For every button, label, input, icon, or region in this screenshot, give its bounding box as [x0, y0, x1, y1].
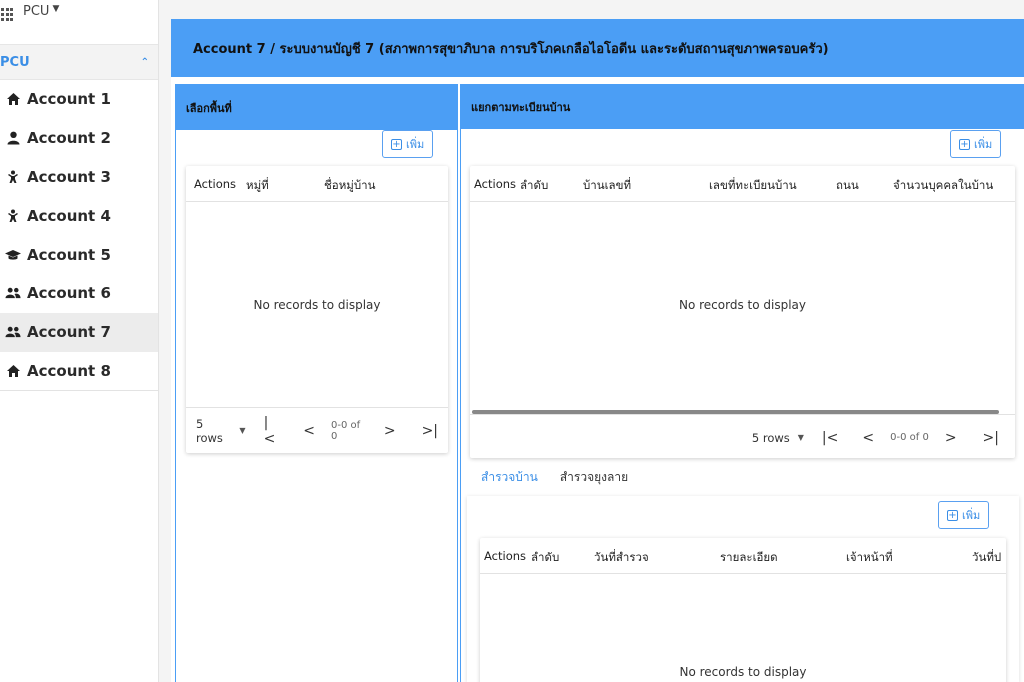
plus-square-icon: +: [947, 509, 958, 521]
rows-per-page-value: 5 rows: [751, 430, 790, 445]
column-header-actions[interactable]: Actions: [194, 177, 236, 191]
sidebar-item-account-3[interactable]: Account 3: [0, 158, 158, 197]
prev-page-icon[interactable]: <: [862, 430, 874, 446]
sidebar-item-account-5[interactable]: Account 5: [0, 235, 158, 274]
empty-message: No records to display: [678, 298, 806, 312]
table-header: Actions ลำดับ วันที่สำรวจ รายละเอียด เจ้…: [480, 538, 1006, 574]
page-title-bar: Account 7 / ระบบงานบัญชี 7 (สภาพการสุขาภ…: [171, 19, 1024, 77]
page-count: 0-0 of 0: [330, 419, 361, 442]
graduation-cap-icon: [5, 247, 21, 263]
sidebar-item-label: Account 1: [27, 90, 111, 109]
sidebar-item-account-7[interactable]: Account 7: [0, 312, 158, 352]
rows-per-page-select[interactable]: 5 rows ▼: [752, 431, 804, 445]
column-header-actions[interactable]: Actions: [474, 177, 516, 191]
column-header-road[interactable]: ถนน: [836, 177, 859, 195]
sidebar-group-label: PCU: [0, 54, 30, 70]
survey-tabs: สำรวจบ้าน สำรวจยุงลาย: [470, 463, 639, 499]
first-page-icon[interactable]: |<: [822, 430, 838, 446]
area-table: Actions หมู่ที่ ชื่อหมู่บ้าน No records …: [186, 166, 448, 453]
prev-page-icon[interactable]: <: [303, 423, 315, 439]
column-header-order[interactable]: ลำดับ: [531, 549, 559, 567]
table-header: Actions ลำดับ บ้านเลขที่ เลขที่ทะเบียนบ้…: [470, 166, 1015, 202]
sidebar-item-label: Account 5: [27, 245, 111, 264]
child-icon: [5, 169, 21, 185]
child-icon: [5, 208, 21, 224]
tab-house-survey[interactable]: สำรวจบ้าน: [470, 463, 549, 499]
column-header-registry-number[interactable]: เลขที่ทะเบียนบ้าน: [709, 177, 797, 195]
sidebar-item-label: Account 2: [27, 129, 111, 148]
sidebar-group-pcu[interactable]: PCU ⌃: [0, 44, 158, 80]
first-page-icon[interactable]: |<: [264, 415, 280, 447]
sidebar-item-account-6[interactable]: Account 6: [0, 274, 158, 313]
caret-down-icon: ▼: [52, 4, 60, 14]
column-header-date-cut[interactable]: วันที่ป: [972, 549, 1001, 567]
column-header-moo[interactable]: หมู่ที่: [246, 177, 269, 195]
empty-message: No records to display: [679, 665, 807, 679]
last-page-icon[interactable]: >|: [422, 423, 438, 439]
app-switcher[interactable]: PCU ▼: [0, 0, 158, 44]
apps-grid-icon: [1, 8, 15, 22]
add-button-label: เพิ่ม: [962, 509, 981, 522]
page-count: 0-0 of 0: [890, 432, 929, 443]
survey-section: + เพิ่ม Actions ลำดับ วันที่สำรวจ รายละเ…: [467, 496, 1019, 682]
column-header-details[interactable]: รายละเอียด: [720, 549, 778, 567]
panel-title: แยกตามทะเบียนบ้าน: [471, 100, 571, 114]
main-content: Account 7 / ระบบงานบัญชี 7 (สภาพการสุขาภ…: [171, 19, 1024, 682]
plus-square-icon: +: [391, 138, 402, 150]
users-icon: [5, 285, 21, 301]
table-pagination: 5 rows ▼ |< < 0-0 of 0 > >|: [186, 407, 448, 453]
sidebar-item-label: Account 3: [27, 167, 111, 186]
add-area-button[interactable]: + เพิ่ม: [382, 130, 434, 158]
sidebar-item-label: Account 4: [27, 206, 111, 225]
add-button-label: เพิ่ม: [406, 138, 425, 151]
survey-table: Actions ลำดับ วันที่สำรวจ รายละเอียด เจ้…: [480, 538, 1006, 682]
page-title: Account 7 / ระบบงานบัญชี 7 (สภาพการสุขาภ…: [193, 41, 829, 57]
house-registry-header: แยกตามทะเบียนบ้าน: [461, 84, 1024, 129]
column-header-staff[interactable]: เจ้าหน้าที่: [846, 549, 893, 567]
sidebar-item-label: Account 6: [27, 284, 111, 303]
app-switcher-label: PCU: [23, 4, 50, 19]
house-registry-panel: แยกตามทะเบียนบ้าน + เพิ่ม Actions ลำดับ …: [460, 84, 1024, 682]
table-pagination: 5 rows ▼ |< < 0-0 of 0 > >|: [470, 414, 1015, 460]
add-house-button[interactable]: + เพิ่ม: [950, 130, 1002, 158]
table-header: Actions หมู่ที่ ชื่อหมู่บ้าน: [186, 166, 448, 202]
column-header-person-count[interactable]: จำนวนบุคคลในบ้าน: [893, 177, 993, 195]
caret-down-icon: ▼: [239, 426, 246, 435]
add-survey-button[interactable]: + เพิ่ม: [938, 501, 990, 529]
sidebar-item-account-8[interactable]: Account 8: [0, 352, 158, 391]
tab-mosquito-survey[interactable]: สำรวจยุงลาย: [549, 463, 639, 499]
home-icon: [5, 363, 21, 379]
home-icon: [5, 91, 21, 107]
column-header-order[interactable]: ลำดับ: [520, 177, 548, 195]
house-table: Actions ลำดับ บ้านเลขที่ เลขที่ทะเบียนบ้…: [470, 166, 1015, 458]
column-header-survey-date[interactable]: วันที่สำรวจ: [594, 549, 649, 567]
sidebar-item-account-4[interactable]: Account 4: [0, 196, 158, 235]
next-page-icon[interactable]: >: [945, 430, 957, 446]
column-header-village-name[interactable]: ชื่อหมู่บ้าน: [324, 177, 376, 195]
last-page-icon[interactable]: >|: [983, 430, 999, 446]
sidebar-item-label: Account 7: [27, 323, 111, 342]
user-icon: [5, 130, 21, 146]
rows-per-page-value: 5 rows: [196, 416, 223, 445]
empty-message: No records to display: [253, 298, 381, 312]
plus-square-icon: +: [959, 138, 970, 150]
chevron-up-icon: ⌃: [140, 56, 149, 68]
area-select-panel: เลือกพื้นที่ + เพิ่ม Actions หมู่ที่ ชื่…: [175, 84, 458, 682]
sidebar-item-account-2[interactable]: Account 2: [0, 119, 158, 158]
area-select-header: เลือกพื้นที่: [176, 85, 457, 130]
column-header-actions[interactable]: Actions: [484, 549, 526, 563]
sidebar-item-account-1[interactable]: Account 1: [0, 80, 158, 119]
caret-down-icon: ▼: [797, 433, 804, 442]
panel-title: เลือกพื้นที่: [186, 101, 232, 115]
sidebar: PCU ▼ PCU ⌃ Account 1 Account 2 Account …: [0, 0, 159, 682]
add-button-label: เพิ่ม: [974, 138, 993, 151]
users-icon: [5, 324, 21, 340]
next-page-icon[interactable]: >: [384, 423, 396, 439]
column-header-house-number[interactable]: บ้านเลขที่: [583, 177, 631, 195]
sidebar-item-label: Account 8: [27, 361, 111, 380]
sidebar-nav: Account 1 Account 2 Account 3 Account 4 …: [0, 80, 158, 392]
rows-per-page-select[interactable]: 5 rows ▼: [196, 417, 246, 445]
